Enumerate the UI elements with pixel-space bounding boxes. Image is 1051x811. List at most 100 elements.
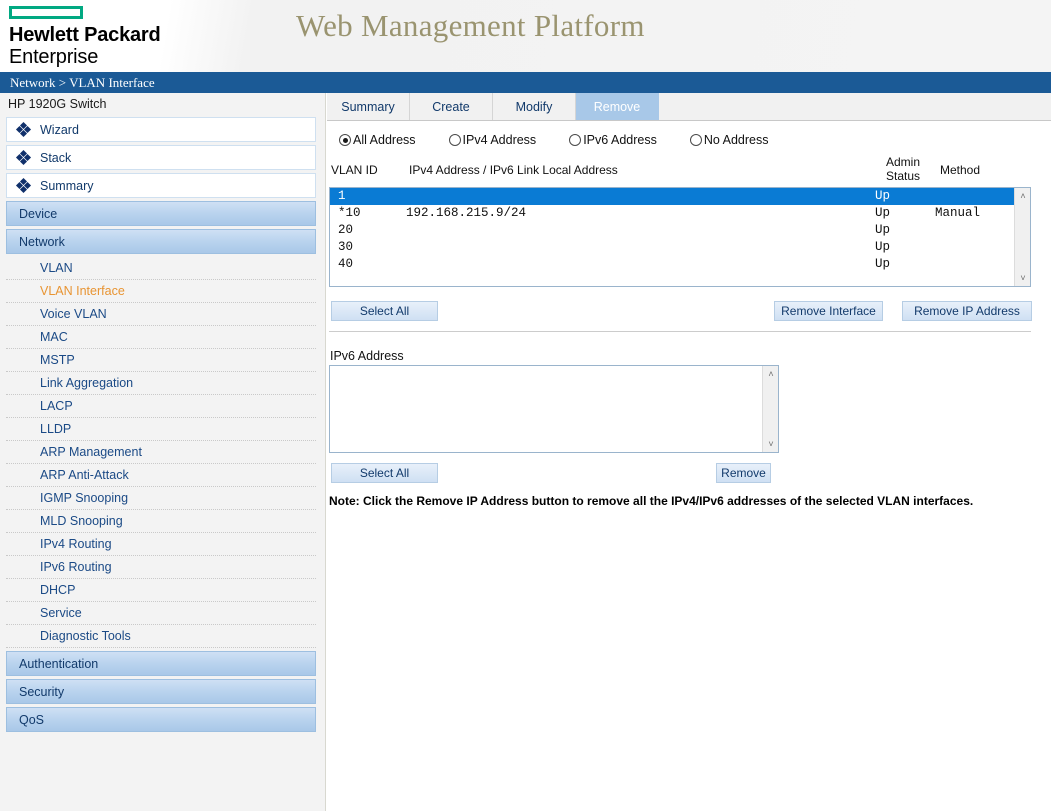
radio-ipv6-address[interactable]: IPv6 Address [567, 133, 657, 147]
main-content: Summary Create Modify Remove All Address… [327, 93, 1051, 811]
cell-admin-status: Up [875, 240, 891, 254]
column-header-address: IPv4 Address / IPv6 Link Local Address [409, 163, 618, 177]
section-divider [329, 331, 1031, 332]
sidebar-item-vlan[interactable]: VLAN [6, 257, 316, 280]
sidebar-item-label: MSTP [40, 353, 75, 367]
vlan-list-scrollbar[interactable]: ˄ ˅ [1014, 188, 1030, 286]
select-all-button-interfaces[interactable]: Select All [331, 301, 438, 321]
sidebar-item-label: ARP Anti-Attack [40, 468, 129, 482]
address-filter-group: All Address IPv4 Address IPv6 Address No… [337, 129, 1037, 151]
scroll-down-icon[interactable]: ˅ [1015, 270, 1030, 286]
sidebar-item-label: Diagnostic Tools [40, 629, 131, 643]
cell-vlan-id: 30 [338, 240, 354, 254]
sidebar-item-arp-anti-attack[interactable]: ARP Anti-Attack [6, 464, 316, 487]
table-row[interactable]: 40 Up [330, 256, 1015, 273]
tab-label: Modify [515, 99, 553, 114]
tab-summary[interactable]: Summary [327, 93, 410, 120]
sidebar-item-label: IPv4 Routing [40, 537, 112, 551]
breadcrumb-bar: Network > VLAN Interface [0, 72, 1051, 93]
page-header: Hewlett Packard Enterprise Web Managemen… [0, 0, 1051, 72]
sidebar-item-label: VLAN Interface [40, 284, 125, 298]
sidebar-group-authentication[interactable]: Authentication [6, 651, 316, 676]
tab-create[interactable]: Create [410, 93, 493, 120]
sidebar-item-mstp[interactable]: MSTP [6, 349, 316, 372]
sidebar-item-label: LACP [40, 399, 73, 413]
sidebar-group-security[interactable]: Security [6, 679, 316, 704]
table-header: VLAN ID IPv4 Address / IPv6 Link Local A… [327, 155, 1051, 183]
radio-label: No Address [703, 133, 769, 147]
sidebar-item-label: Stack [40, 150, 72, 165]
scroll-up-icon[interactable]: ˄ [1015, 188, 1030, 204]
sidebar-group-network[interactable]: Network [6, 229, 316, 254]
radio-ipv4-address[interactable]: IPv4 Address [447, 133, 537, 147]
sidebar-item-ipv4-routing[interactable]: IPv4 Routing [6, 533, 316, 556]
sidebar-item-dhcp[interactable]: DHCP [6, 579, 316, 602]
tab-label: Remove [593, 99, 641, 114]
radio-icon [569, 134, 582, 146]
diamond-icon [15, 149, 32, 166]
sidebar-item-ipv6-routing[interactable]: IPv6 Routing [6, 556, 316, 579]
scroll-down-icon[interactable]: ˅ [763, 436, 778, 452]
remove-button[interactable]: Remove [716, 463, 771, 483]
sidebar-group-label: Network [19, 234, 65, 249]
sidebar-group-label: Authentication [19, 656, 99, 671]
sidebar-item-label: MAC [40, 330, 68, 344]
tab-label: Create [432, 99, 470, 114]
brand-name-line2: Enterprise [9, 46, 99, 68]
cell-admin-status: Up [875, 223, 891, 237]
sidebar-item-diagnostic-tools[interactable]: Diagnostic Tools [6, 625, 316, 648]
table-row[interactable]: 1 Up [330, 188, 1015, 205]
radio-label: IPv4 Address [462, 133, 537, 147]
table-row[interactable]: 30 Up [330, 239, 1015, 256]
sidebar-item-arp-management[interactable]: ARP Management [6, 441, 316, 464]
diamond-icon [15, 177, 32, 194]
sidebar-item-lacp[interactable]: LACP [6, 395, 316, 418]
radio-label: All Address [353, 133, 416, 147]
radio-all-address[interactable]: All Address [337, 133, 416, 147]
tab-bar: Summary Create Modify Remove [327, 93, 1051, 121]
table-row[interactable]: 20 Up [330, 222, 1015, 239]
sidebar-item-label: DHCP [40, 583, 76, 597]
remove-interface-button[interactable]: Remove Interface [774, 301, 883, 321]
diamond-icon [15, 121, 32, 138]
sidebar-item-wizard[interactable]: Wizard [6, 117, 316, 142]
sidebar-item-igmp-snooping[interactable]: IGMP Snooping [6, 487, 316, 510]
sidebar-item-lldp[interactable]: LLDP [6, 418, 316, 441]
ipv6-address-list[interactable]: ˄ ˅ [329, 365, 779, 453]
cell-address: 192.168.215.9/24 [406, 206, 527, 220]
sidebar-item-mld-snooping[interactable]: MLD Snooping [6, 510, 316, 533]
sidebar-item-vlan-interface[interactable]: VLAN Interface [6, 280, 316, 303]
vlan-interface-list[interactable]: 1 Up *10 192.168.215.9/24 Up Manual 20 U… [329, 187, 1031, 287]
platform-title: Web Management Platform [296, 8, 645, 43]
sidebar-item-label: VLAN [40, 261, 73, 275]
sidebar-item-summary[interactable]: Summary [6, 173, 316, 198]
sidebar-item-label: LLDP [40, 422, 72, 436]
breadcrumb: Network > VLAN Interface [10, 75, 155, 90]
scroll-up-icon[interactable]: ˄ [763, 366, 778, 382]
ipv6-list-scrollbar[interactable]: ˄ ˅ [762, 366, 778, 452]
sidebar-group-device[interactable]: Device [6, 201, 316, 226]
sidebar-item-link-aggregation[interactable]: Link Aggregation [6, 372, 316, 395]
tab-modify[interactable]: Modify [493, 93, 576, 120]
radio-no-address[interactable]: No Address [688, 133, 769, 147]
device-name: HP 1920G Switch [8, 97, 107, 111]
column-header-vlan-id: VLAN ID [331, 163, 378, 177]
cell-vlan-id: 1 [338, 189, 346, 203]
hpe-logo: Hewlett Packard Enterprise [9, 6, 189, 68]
tab-remove[interactable]: Remove [576, 93, 659, 120]
remove-ip-address-button[interactable]: Remove IP Address [902, 301, 1032, 321]
select-all-button-ipv6[interactable]: Select All [331, 463, 438, 483]
cell-admin-status: Up [875, 257, 891, 271]
ipv6-address-label: IPv6 Address [330, 349, 404, 363]
sidebar-item-stack[interactable]: Stack [6, 145, 316, 170]
column-header-method: Method [940, 163, 981, 177]
sidebar-group-label: Security [19, 684, 65, 699]
brand-name-line1: Hewlett Packard [9, 24, 161, 46]
sidebar-item-label: MLD Snooping [40, 514, 123, 528]
sidebar-group-label: Device [19, 206, 58, 221]
table-row[interactable]: *10 192.168.215.9/24 Up Manual [330, 205, 1015, 222]
sidebar-group-qos[interactable]: QoS [6, 707, 316, 732]
sidebar-item-voice-vlan[interactable]: Voice VLAN [6, 303, 316, 326]
sidebar-item-service[interactable]: Service [6, 602, 316, 625]
sidebar-item-mac[interactable]: MAC [6, 326, 316, 349]
